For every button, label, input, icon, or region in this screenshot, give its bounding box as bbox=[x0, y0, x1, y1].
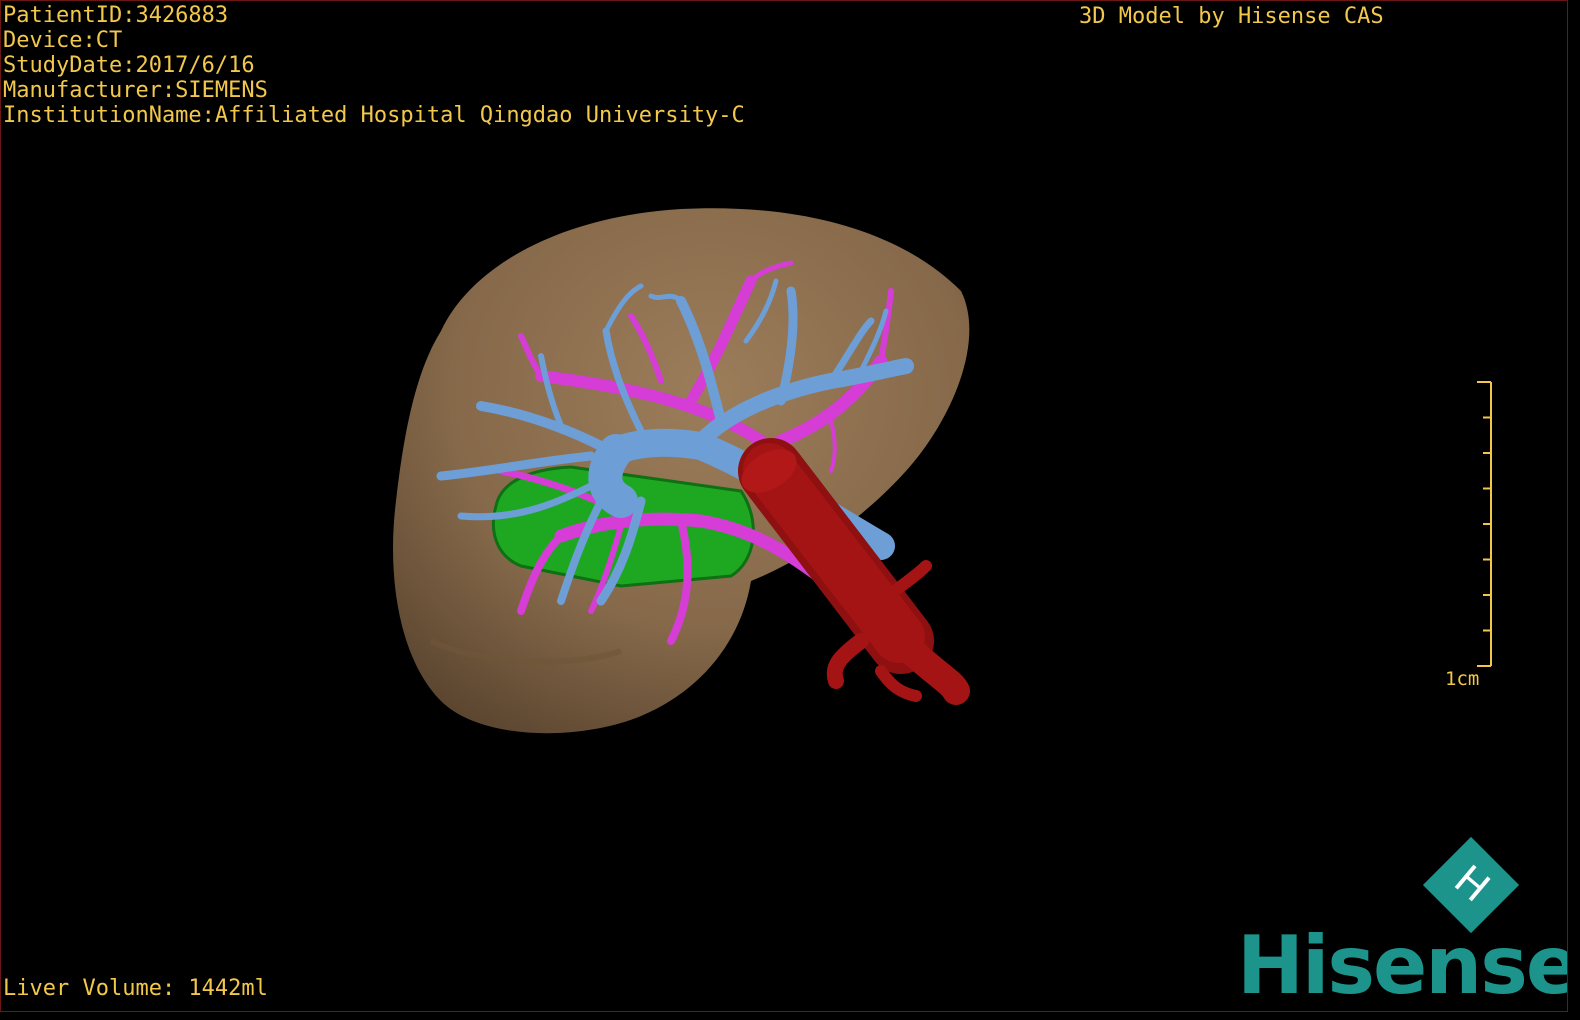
manufacturer: Manufacturer:SIEMENS bbox=[3, 78, 268, 103]
liver-3d-model[interactable] bbox=[1, 1, 1567, 1011]
institution-name: InstitutionName:Affiliated Hospital Qing… bbox=[3, 103, 745, 128]
patient-id: PatientID:3426883 bbox=[3, 3, 229, 28]
model-title: 3D Model by Hisense CAS bbox=[1079, 4, 1384, 29]
scale-label: 1cm bbox=[1445, 668, 1480, 690]
liver-volume: Liver Volume: 1442ml bbox=[3, 976, 268, 1001]
scale-bar bbox=[1477, 381, 1492, 667]
study-date: StudyDate:2017/6/16 bbox=[3, 53, 255, 78]
device: Device:CT bbox=[3, 28, 123, 53]
dicom-info-panel: PatientID:3426883 Device:CT StudyDate:2017… bbox=[3, 3, 745, 128]
hisense-wordmark: Hisense bbox=[1237, 919, 1568, 1012]
3d-viewport[interactable]: PatientID:3426883 Device:CT StudyDate:2017… bbox=[0, 0, 1568, 1012]
